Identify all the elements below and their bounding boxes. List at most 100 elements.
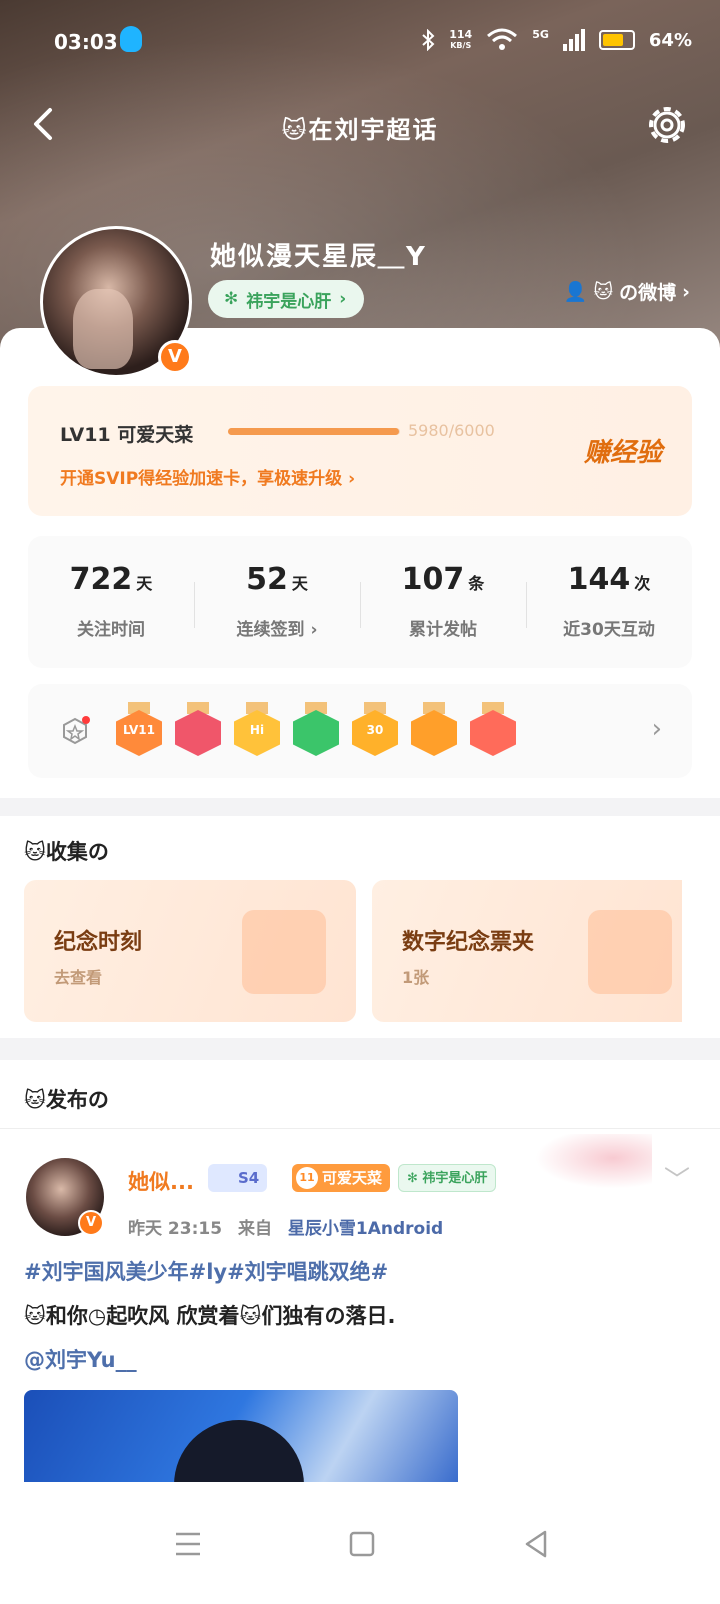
level-progress-fill xyxy=(228,428,400,435)
stat-value: 144 xyxy=(567,562,631,597)
person-icon: 👤 xyxy=(563,281,588,303)
svip-promo-link[interactable]: 开通SVIP得经验加速卡，享极速升级 › xyxy=(60,464,355,489)
back-triangle-icon[interactable] xyxy=(516,1524,556,1564)
badge-level[interactable]: 可爱天菜 xyxy=(292,1164,391,1192)
post-text: 🐱和你◷起吹风 欣赏着🐱们独有の落日. xyxy=(24,1300,395,1330)
medal-hexagon xyxy=(411,710,457,756)
bluetooth-icon xyxy=(422,29,435,51)
collect-title: 🐱收集の xyxy=(24,836,109,866)
wifi-icon xyxy=(487,28,518,50)
publish-title-text: 发布の xyxy=(45,1088,109,1112)
medal-badge[interactable]: Hi xyxy=(234,702,280,760)
publish-section: 🐱发布の V 她似... S4 可爱天菜 ✻ 祎宇是心肝 ﹀ 昨天 23:15 … xyxy=(0,1060,720,1510)
menu-icon[interactable] xyxy=(168,1524,208,1564)
signal-icon xyxy=(562,29,585,51)
level-title: LV11 可爱天菜 xyxy=(60,424,194,446)
stat-posts: 107 条 累计发帖 xyxy=(360,536,526,668)
earn-exp-button[interactable]: 赚经验 xyxy=(584,432,662,469)
stat-value: 722 xyxy=(69,562,133,597)
badge-fan-label: 祎宇是心肝 xyxy=(422,1171,488,1186)
chevron-right-icon[interactable]: › xyxy=(652,714,662,744)
snowflake-icon: ✻ xyxy=(407,1171,423,1186)
medal-list: LV11 Hi 30 xyxy=(116,702,516,760)
top-nav: 🐱在刘宇超话 xyxy=(0,96,720,156)
medal-hexagon xyxy=(470,710,516,756)
status-indicators: 114 KB/S 5G 64% xyxy=(421,28,692,52)
stat-value: 52 xyxy=(246,562,288,597)
memorial-moment-card[interactable]: 纪念时刻 去查看 xyxy=(24,880,356,1022)
battery-percent: 64% xyxy=(648,29,692,51)
ticket-icon xyxy=(588,910,672,994)
stat-unit: 天 xyxy=(291,574,308,593)
svip-promo-text: 开通SVIP得经验加速卡，享极速升级 xyxy=(60,469,343,489)
qq-icon xyxy=(120,26,142,52)
cat-icon: 🐱 xyxy=(239,1304,262,1328)
stat-follow-days: 722 天 关注时间 xyxy=(28,536,194,668)
network-type: 5G xyxy=(532,28,549,41)
badge-fan-tag[interactable]: ✻ 祎宇是心肝 xyxy=(398,1164,497,1192)
level-progress-text: 5980/6000 xyxy=(408,421,495,440)
medal-text: Hi xyxy=(249,723,265,737)
chevron-right-icon: › xyxy=(339,289,347,309)
ticket-folder-card[interactable]: 数字纪念票夹 1张 xyxy=(372,880,682,1022)
medal-badge[interactable]: LV11 xyxy=(116,702,162,760)
level-progress-bar xyxy=(228,428,400,435)
medal-badge[interactable] xyxy=(470,702,516,760)
weibo-link[interactable]: 👤 🐱 の微博 › xyxy=(564,278,690,305)
post-topics[interactable]: #刘宇国风美少年#ly#刘宇唱跳双绝# xyxy=(24,1256,388,1286)
profile-card: LV11 可爱天菜 5980/6000 开通SVIP得经验加速卡，享极速升级 ›… xyxy=(0,328,720,798)
medals-row[interactable]: LV11 Hi 30 › xyxy=(28,684,692,778)
post-source[interactable]: 星辰小雪1Android xyxy=(288,1219,443,1239)
medal-text: LV11 xyxy=(123,723,155,737)
net-speed: 114 KB/S xyxy=(449,29,472,51)
medal-badge[interactable] xyxy=(411,702,457,760)
card-title: 纪念时刻 xyxy=(54,930,143,955)
stat-unit: 条 xyxy=(468,574,485,593)
post-from-label: 来自 xyxy=(237,1219,272,1239)
medal-badge[interactable] xyxy=(293,702,339,760)
chevron-right-icon: › xyxy=(682,280,690,303)
net-speed-value: 114 xyxy=(449,28,473,41)
home-square-icon[interactable] xyxy=(342,1524,382,1564)
medal-badge[interactable]: 30 xyxy=(352,702,398,760)
level-card[interactable]: LV11 可爱天菜 5980/6000 开通SVIP得经验加速卡，享极速升级 ›… xyxy=(28,386,692,516)
battery-icon xyxy=(598,30,635,50)
chevron-down-icon[interactable]: ﹀ xyxy=(664,1160,690,1197)
stat-value: 107 xyxy=(401,562,465,597)
system-nav-bar xyxy=(0,1482,720,1604)
stat-interactions: 144 次 近30天互动 xyxy=(526,536,692,668)
stat-label-text: 连续签到 xyxy=(236,620,305,640)
calendar-heart-icon xyxy=(242,910,326,994)
cat-icon: 🐱 xyxy=(24,840,46,864)
cat-icon: 🐱 xyxy=(24,1304,46,1328)
snowflake-icon: ✻ xyxy=(224,289,239,309)
medal-hexagon xyxy=(293,710,339,756)
stat-unit: 天 xyxy=(136,574,153,593)
medal-badge[interactable] xyxy=(175,702,221,760)
settings-gear-icon[interactable] xyxy=(642,100,692,150)
collect-section: 🐱收集の 纪念时刻 去查看 数字纪念票夹 1张 xyxy=(0,816,720,1038)
status-bar: 03:03 114 KB/S 5G 64% xyxy=(0,0,720,84)
post-text-main: 和你◷起吹风 欣赏着 xyxy=(45,1304,240,1328)
divider xyxy=(0,1128,720,1129)
cat-icon: 🐱 xyxy=(24,1088,46,1112)
stat-unit: 次 xyxy=(634,574,651,593)
card-subtitle: 1张 xyxy=(402,968,430,987)
post-mention[interactable]: @刘宇Yu__ xyxy=(24,1344,137,1374)
stat-checkin-days[interactable]: 52 天 连续签到 › xyxy=(194,536,360,668)
weibo-link-label: の微博 xyxy=(619,282,677,304)
medal-hexagon xyxy=(175,710,221,756)
stat-label: 连续签到 › xyxy=(236,620,318,640)
card-title: 数字纪念票夹 xyxy=(402,930,535,955)
cat-icon: 🐱 xyxy=(593,280,614,303)
post-time: 昨天 23:15 xyxy=(128,1219,223,1239)
net-speed-unit: KB/S xyxy=(450,41,472,50)
medal-wall-icon[interactable] xyxy=(60,716,90,746)
stat-label: 累计发帖 xyxy=(409,620,477,640)
badge-s4[interactable]: S4 xyxy=(208,1164,268,1192)
fan-tag-button[interactable]: ✻ 祎宇是心肝 › xyxy=(208,280,365,318)
stat-label: 关注时间 xyxy=(77,620,145,640)
post-author-name[interactable]: 她似... xyxy=(128,1166,194,1196)
page-title: 🐱在刘宇超话 xyxy=(0,110,720,145)
collect-title-text: 收集の xyxy=(45,840,109,864)
